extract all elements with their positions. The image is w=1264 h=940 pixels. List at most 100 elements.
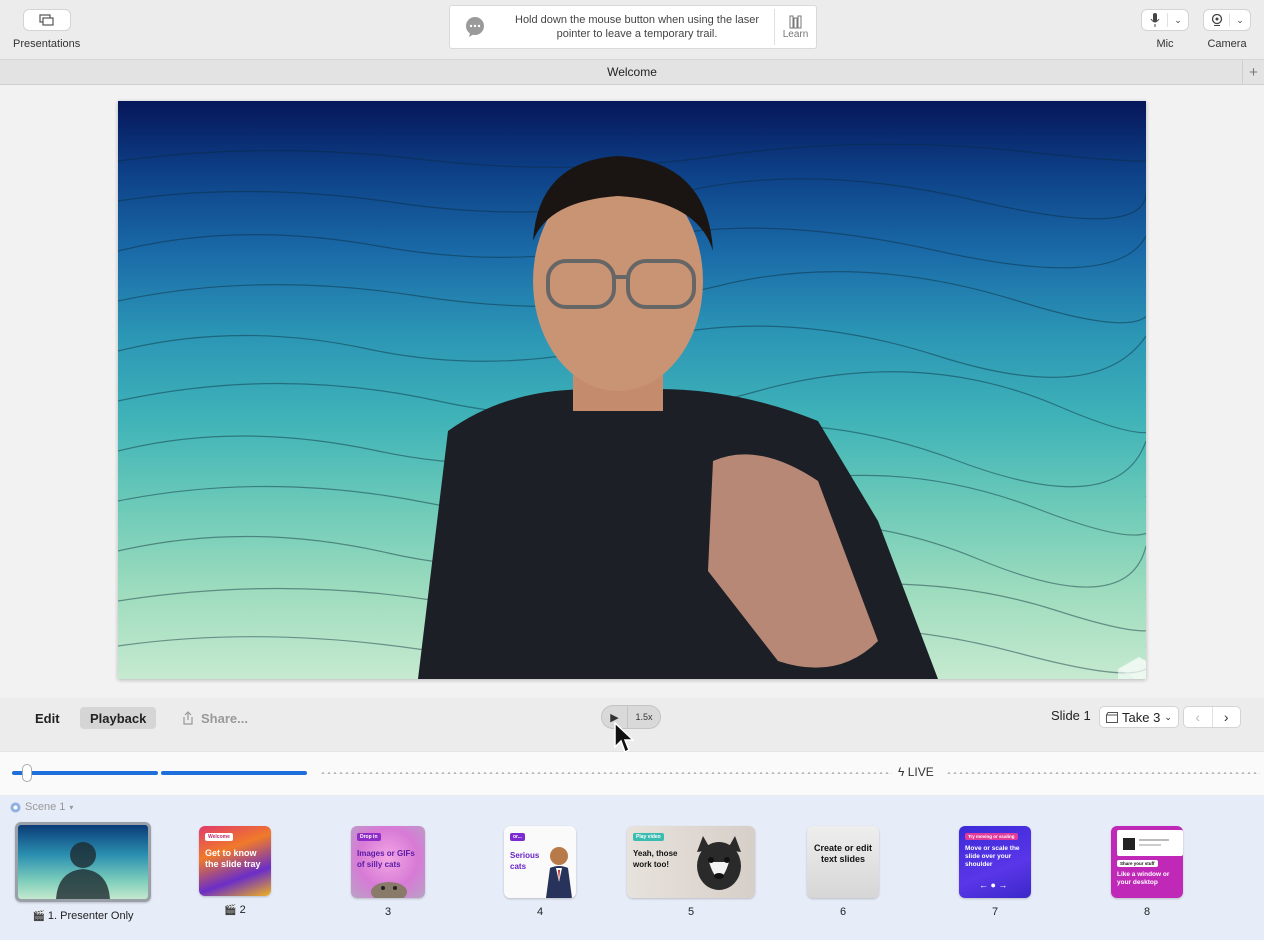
slide-thumbnail-3[interactable]: Drop in Images or GIFs of silly cats 3 — [351, 826, 425, 918]
camera-dropdown-chevron-icon[interactable]: ⌄ — [1230, 15, 1250, 26]
slide-thumbnail-4[interactable]: or... Serious cats 4 — [504, 826, 576, 918]
timeline-segment-1[interactable] — [12, 771, 158, 775]
slide-caption-6: 6 — [839, 906, 847, 918]
playback-speed-button[interactable]: 1.5x — [628, 712, 660, 722]
share-label: Share... — [201, 710, 248, 726]
learn-label: Learn — [782, 28, 809, 40]
lightning-icon: ϟ — [898, 765, 905, 779]
slide-4-thumb: or... Serious cats — [504, 826, 576, 898]
dog-photo-icon — [697, 836, 741, 890]
slide-text: Get to know the slide tray — [205, 848, 261, 869]
scene-chevron-icon: ▾ — [69, 802, 74, 812]
slide-tag: Welcome — [205, 833, 233, 841]
learn-button[interactable]: Learn — [774, 9, 816, 45]
move-arrows-icon: ← ● → — [979, 880, 1008, 890]
slide-8-thumb: Share your stuff Like a window or your d… — [1111, 826, 1183, 898]
slide-tag: or... — [510, 833, 525, 841]
slide-caption-8: 8 — [1143, 906, 1151, 918]
live-label: LIVE — [907, 765, 934, 779]
share-button[interactable]: Share... — [181, 707, 248, 729]
suited-cat-icon — [546, 847, 572, 898]
slide-text: Like a window or your desktop — [1117, 871, 1170, 886]
tab-welcome[interactable]: Welcome — [607, 65, 657, 79]
slide-2-thumb: Welcome Get to know the slide tray — [199, 826, 271, 896]
add-tab-button[interactable]: + — [1242, 60, 1264, 84]
presentations-icon — [22, 9, 71, 31]
slide-6-thumb: Create or edit text slides — [807, 826, 879, 898]
scene-label[interactable]: Scene 1 ▾ — [10, 801, 73, 813]
library-icon — [789, 15, 801, 28]
slide-5-thumb: Play video Yeah, those work too! — [627, 826, 755, 898]
share-icon — [183, 711, 193, 725]
slide-tag: Play video — [633, 833, 664, 841]
slide-text: Yeah, those work too! — [633, 849, 678, 869]
presentations-label: Presentations — [13, 38, 81, 50]
slide-7-thumb: Try moving or scaling Move or scale the … — [959, 826, 1031, 898]
tab-bar: Welcome + — [0, 60, 1264, 85]
scene-icon — [10, 802, 21, 812]
slide-caption-1: 🎬 1. Presenter Only — [32, 910, 133, 922]
next-slide-button[interactable]: › — [1213, 707, 1241, 727]
slide-tag: Try moving or scaling — [965, 833, 1018, 840]
mic-dropdown-chevron-icon[interactable]: ⌄ — [1168, 15, 1188, 26]
mic-icon — [1142, 13, 1168, 27]
timeline-scrubber[interactable] — [22, 764, 32, 782]
take-label: Take 3 — [1122, 709, 1161, 725]
slide-caption-5: 5 — [687, 906, 695, 918]
take-selector[interactable]: Take 3 ⌄ — [1099, 706, 1179, 728]
mic-button[interactable]: ⌄ Mic — [1141, 9, 1189, 50]
presenter-silhouette-icon — [56, 842, 110, 899]
slide-text: Serious cats — [510, 851, 540, 871]
mouse-cursor-icon — [614, 721, 636, 759]
slide-caption-text: 2 — [239, 904, 246, 916]
presenter-video[interactable] — [118, 101, 1146, 679]
slide-caption-text: 1. Presenter Only — [47, 910, 134, 922]
camera-label: Camera — [1207, 38, 1247, 50]
clapperboard-icon — [1106, 711, 1118, 723]
previous-slide-button[interactable]: ‹ — [1184, 707, 1213, 727]
slide-text: Move or scale the slide over your should… — [965, 845, 1020, 868]
tip-banner: Hold down the mouse button when using th… — [449, 5, 817, 49]
toolbar: Presentations Hold down the mouse button… — [0, 0, 1264, 60]
slide-thumbnail-2[interactable]: Welcome Get to know the slide tray 🎬 2 — [199, 826, 271, 916]
playback-tab[interactable]: Playback — [80, 707, 157, 729]
slide-tag: Share your stuff — [1117, 860, 1158, 867]
window-screenshot-icon — [1117, 830, 1183, 856]
presenter-only-thumb — [15, 822, 151, 902]
timeline-segment-2[interactable] — [161, 771, 307, 775]
timeline-dots-live — [946, 772, 1260, 774]
tip-text: Hold down the mouse button when using th… — [515, 14, 759, 40]
slide-caption-7: 7 — [991, 906, 999, 918]
presentations-button[interactable]: Presentations — [13, 9, 80, 50]
slide-thumbnail-1[interactable]: 🎬 1. Presenter Only — [15, 822, 151, 922]
edit-tab[interactable]: Edit — [25, 707, 70, 729]
cat-photo-icon — [371, 882, 407, 898]
slide-text: Images or GIFs of silly cats — [357, 849, 415, 869]
wave-background — [118, 143, 1146, 679]
camera-button[interactable]: ⌄ Camera — [1203, 9, 1251, 50]
take-chevron-down-icon: ⌄ — [1164, 711, 1172, 722]
presenter-figure — [418, 156, 938, 679]
camera-icon — [1204, 14, 1230, 26]
timeline-dots — [320, 772, 892, 774]
slide-caption-4: 4 — [536, 906, 544, 918]
slide-caption-2: 🎬 2 — [224, 904, 246, 916]
chat-bubble-icon — [450, 16, 500, 38]
slide-text: Create or edit text slides — [813, 843, 873, 864]
slide-tag: Drop in — [357, 833, 381, 841]
slide-nav: ‹ › — [1183, 706, 1241, 728]
live-indicator: ϟ LIVE — [898, 765, 934, 779]
slide-thumbnail-5[interactable]: Play video Yeah, those work too! 5 — [627, 826, 755, 918]
scene-name: Scene 1 — [25, 801, 66, 813]
clapperboard-icon: 🎬 — [224, 904, 237, 916]
slide-indicator: Slide 1 — [1051, 708, 1091, 723]
clapperboard-icon: 🎬 — [32, 910, 45, 922]
slide-caption-3: 3 — [384, 906, 392, 918]
slide-3-thumb: Drop in Images or GIFs of silly cats — [351, 826, 425, 898]
slide-thumbnail-6[interactable]: Create or edit text slides 6 — [807, 826, 879, 918]
mic-label: Mic — [1156, 38, 1174, 50]
stage — [0, 85, 1264, 698]
slide-tray: Scene 1 ▾ 🎬 1. Presenter Only Welcome Ge… — [0, 796, 1264, 940]
slide-thumbnail-8[interactable]: Share your stuff Like a window or your d… — [1111, 826, 1183, 918]
slide-thumbnail-7[interactable]: Try moving or scaling Move or scale the … — [959, 826, 1031, 918]
